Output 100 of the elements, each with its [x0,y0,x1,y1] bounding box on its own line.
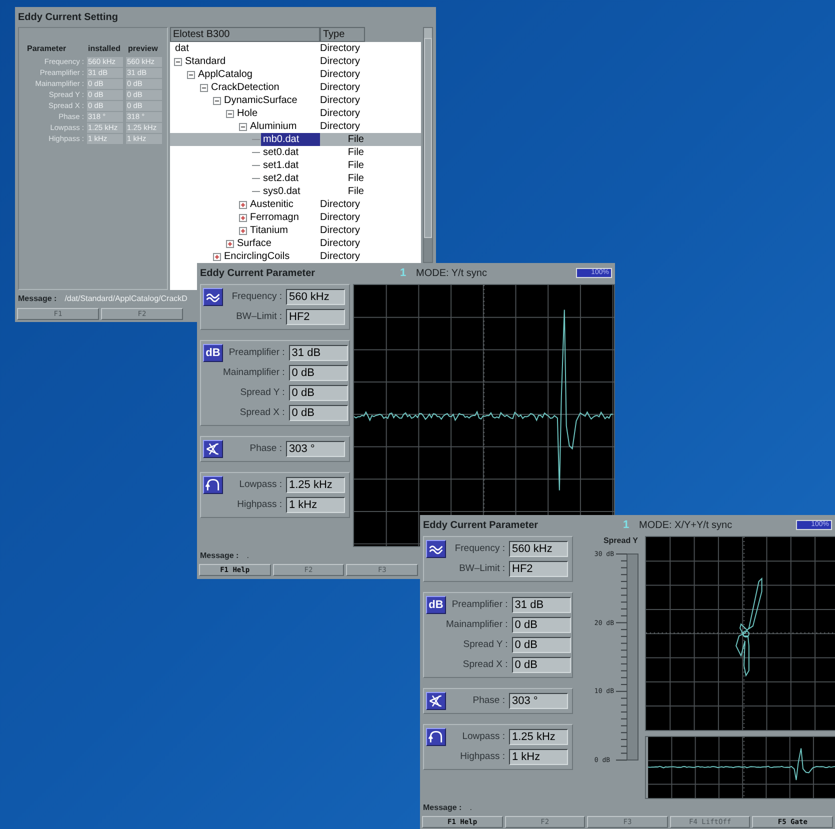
tree-label: set1.dat [262,159,299,172]
scale-title: Spread Y [603,536,639,546]
tree-label: Titanium [249,224,288,237]
wave-icon [426,540,446,558]
tree-label: Aluminium [249,120,297,133]
tree-label: Hole [236,107,258,120]
field-label: Preamplifier : [228,346,285,360]
tree-label: set2.dat [262,172,299,185]
tree-label: Surface [236,237,272,250]
value-field[interactable]: HF2 [286,309,345,325]
type-label: Directory [320,250,362,263]
type-label: Directory [320,81,362,94]
message-label: Message : [200,550,239,562]
field-label: Frequency : [454,542,505,556]
type-label: Directory [320,42,362,55]
type-label: Directory [320,224,362,237]
decibel-icon: dB [203,344,223,362]
message-text: /dat/Standard/ApplCatalog/CrackD [64,293,188,305]
window-title: Eddy Current Parameter [423,518,540,532]
field-label: Preamplifier : [452,598,508,612]
expand-icon[interactable] [226,240,234,248]
value-field[interactable]: HF2 [509,561,568,577]
message-label: Message : [18,293,57,305]
collapse-icon[interactable] [239,122,247,130]
value-field[interactable]: 1.25 kHz [286,477,345,493]
tree-label: EncirclingCoils [223,250,290,263]
message-text: . [470,802,472,814]
field-label: Spread Y : [463,638,508,652]
collapse-icon[interactable] [174,58,182,66]
tree-label: dat [174,42,189,55]
filter-icon [426,728,446,746]
value-field[interactable]: 303 ° [509,693,568,709]
value-field[interactable]: 303 ° [286,441,345,457]
column-header: Parameter [26,43,68,55]
window-title: Eddy Current Parameter [200,266,316,280]
scrollbar[interactable] [423,27,433,263]
value-field[interactable]: 560 kHz [509,541,568,557]
tree-label: Austenitic [249,198,294,211]
collapse-icon[interactable] [213,96,221,104]
tree-label: DynamicSurface [223,94,298,107]
field-label: Phase : [250,442,282,456]
column-header: preview [127,43,159,55]
channel-number: 1 [400,266,408,281]
type-label: Directory [320,211,362,224]
collapse-icon[interactable] [200,84,208,92]
tree-label: mb0.dat [261,133,320,146]
tree-label: Standard [184,55,226,68]
tree-label: sys0.dat [262,185,300,198]
field-label: Mainamplifier : [223,366,285,380]
decibel-icon: dB [426,596,446,614]
type-label: Directory [320,107,362,120]
value-field[interactable]: 0 dB [512,657,571,673]
channel-number: 1 [623,518,630,533]
field-label: Highpass : [460,750,505,764]
type-label: File [346,159,364,172]
column-header: installed [87,43,122,55]
value-field[interactable]: 560 kHz [286,289,345,305]
type-label: Directory [320,94,362,107]
type-label: File [346,146,364,159]
collapse-icon[interactable] [187,70,195,78]
value-field[interactable]: 1.25 kHz [509,729,568,745]
expand-icon[interactable] [239,214,247,222]
field-label: Spread X : [462,658,508,672]
value-field[interactable]: 0 dB [288,385,348,401]
phase-icon [203,440,223,458]
value-field[interactable]: 31 dB [512,597,571,613]
field-label: BW–Limit : [236,310,282,324]
filter-icon [203,476,223,494]
tree-label: ApplCatalog [197,68,252,81]
expand-icon[interactable] [213,252,221,260]
field-label: Frequency : [232,290,282,304]
tree-label: CrackDetection [210,81,280,94]
type-label: Directory [320,237,362,250]
mode-label: MODE: Y/t sync [416,266,488,280]
column-header: Type [320,27,365,42]
value-field[interactable]: 0 dB [512,637,571,653]
value-field[interactable]: 0 dB [288,365,348,381]
value-field[interactable]: 0 dB [512,617,571,633]
type-label: Directory [320,55,362,68]
expand-icon[interactable] [239,226,247,234]
field-label: BW–Limit : [459,562,505,576]
tree-row[interactable]: mb0.dat File [170,133,421,146]
phase-icon [426,692,446,710]
value-field[interactable]: 31 dB [288,345,348,361]
type-label: Directory [320,120,362,133]
expand-icon[interactable] [239,200,247,208]
column-header: Elotest B300 [170,27,320,42]
type-label: Directory [320,198,362,211]
tree-label: Ferromagn [249,211,299,224]
field-label: Lowpass : [239,478,282,492]
value-field[interactable]: 0 dB [288,405,348,421]
window-title: Eddy Current Setting [18,10,118,24]
field-label: Phase : [472,694,505,708]
value-field[interactable]: 1 kHz [286,497,345,513]
wave-icon [203,288,223,306]
collapse-icon[interactable] [226,110,234,118]
type-label: File [346,172,364,185]
field-label: Highpass : [237,498,282,512]
value-field[interactable]: 1 kHz [509,749,568,765]
type-label: File [346,133,364,146]
